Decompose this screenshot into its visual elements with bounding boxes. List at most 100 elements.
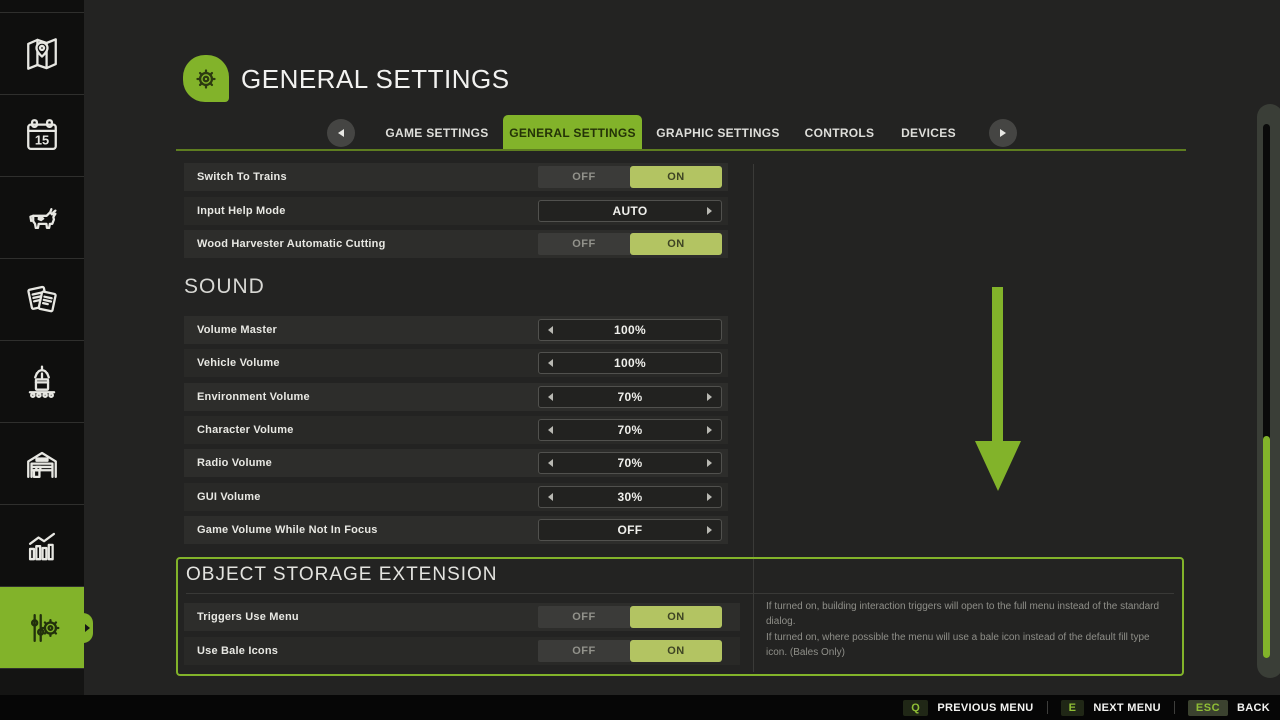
step-right-icon[interactable] xyxy=(707,426,712,434)
back-label: BACK xyxy=(1237,702,1270,714)
setting-label: Switch To Trains xyxy=(197,171,287,183)
setting-row-environment-volume: Environment Volume 70% xyxy=(184,383,728,411)
tab-game-settings[interactable]: GAME SETTINGS xyxy=(383,119,491,147)
select-value: AUTO xyxy=(613,204,648,218)
setting-row-gui-volume: GUI Volume 30% xyxy=(184,483,728,511)
step-left-icon[interactable] xyxy=(548,426,553,434)
off-button[interactable]: OFF xyxy=(538,640,630,662)
scrollbar-thumb[interactable] xyxy=(1263,436,1270,658)
ose-title-divider xyxy=(186,593,1174,594)
section-title-sound: SOUND xyxy=(184,275,265,299)
toggle-switch-to-trains: OFF ON xyxy=(538,166,722,188)
tabs-prev-button[interactable] xyxy=(327,119,355,147)
gear-icon xyxy=(189,62,223,96)
step-right-icon[interactable] xyxy=(707,526,712,534)
stepper-value: 100% xyxy=(614,323,646,337)
help-text-bale-icons: If turned on, where possible the menu wi… xyxy=(766,631,1168,660)
step-right-icon[interactable] xyxy=(707,493,712,501)
chevron-left-icon xyxy=(338,129,344,137)
setting-row-character-volume: Character Volume 70% xyxy=(184,416,728,444)
setting-label: Use Bale Icons xyxy=(197,645,278,657)
tab-controls[interactable]: CONTROLS xyxy=(801,119,878,147)
next-menu-action[interactable]: E NEXT MENU xyxy=(1061,700,1161,716)
next-menu-label: NEXT MENU xyxy=(1093,702,1160,714)
tab-graphic-settings[interactable]: GRAPHIC SETTINGS xyxy=(656,119,780,147)
setting-label: Input Help Mode xyxy=(197,205,286,217)
previous-menu-action[interactable]: Q PREVIOUS MENU xyxy=(903,700,1033,716)
statistics-icon xyxy=(20,524,64,568)
off-button[interactable]: OFF xyxy=(538,166,630,188)
scrollbar xyxy=(1257,104,1280,678)
step-right-icon[interactable] xyxy=(707,459,712,467)
stepper-gui-volume[interactable]: 30% xyxy=(538,486,722,508)
sidebar-item-production[interactable] xyxy=(0,341,84,423)
calendar-day-label: 15 xyxy=(35,132,49,147)
setting-row-wood-harvester: Wood Harvester Automatic Cutting OFF ON xyxy=(184,230,728,258)
step-left-icon[interactable] xyxy=(548,459,553,467)
sidebar: 15 xyxy=(0,0,84,695)
setting-label: GUI Volume xyxy=(197,491,261,503)
previous-menu-label: PREVIOUS MENU xyxy=(937,702,1033,714)
tab-general-settings[interactable]: GENERAL SETTINGS xyxy=(503,115,642,150)
sidebar-item-map[interactable] xyxy=(0,13,84,95)
setting-row-game-volume-focus: Game Volume While Not In Focus OFF xyxy=(184,516,728,544)
setting-row-vehicle-volume: Vehicle Volume 100% xyxy=(184,349,728,377)
chevron-right-icon xyxy=(1000,129,1006,137)
stepper-value: 70% xyxy=(618,456,643,470)
stepper-character-volume[interactable]: 70% xyxy=(538,419,722,441)
settings-sliders-gear-icon xyxy=(20,606,64,650)
off-button[interactable]: OFF xyxy=(538,233,630,255)
step-left-icon[interactable] xyxy=(548,493,553,501)
stepper-game-volume-focus[interactable]: OFF xyxy=(538,519,722,541)
step-right-icon[interactable] xyxy=(707,207,712,215)
stepper-value: 70% xyxy=(618,390,643,404)
warehouse-icon xyxy=(20,442,64,486)
sidebar-item-mod-settings[interactable] xyxy=(0,587,84,669)
page-title: GENERAL SETTINGS xyxy=(241,64,510,95)
select-input-help-mode[interactable]: AUTO xyxy=(538,200,722,222)
stepper-vehicle-volume[interactable]: 100% xyxy=(538,352,722,374)
stepper-volume-master[interactable]: 100% xyxy=(538,319,722,341)
stepper-value: OFF xyxy=(618,523,643,537)
setting-row-switch-to-trains: Switch To Trains OFF ON xyxy=(184,163,728,191)
setting-label: Wood Harvester Automatic Cutting xyxy=(197,238,386,250)
setting-label: Vehicle Volume xyxy=(197,357,280,369)
key-badge-q: Q xyxy=(903,700,928,716)
stepper-environment-volume[interactable]: 70% xyxy=(538,386,722,408)
on-button[interactable]: ON xyxy=(630,606,722,628)
step-left-icon[interactable] xyxy=(548,326,553,334)
setting-row-radio-volume: Radio Volume 70% xyxy=(184,449,728,477)
stepper-value: 30% xyxy=(618,490,643,504)
step-left-icon[interactable] xyxy=(548,393,553,401)
off-button[interactable]: OFF xyxy=(538,606,630,628)
sidebar-item-calendar[interactable]: 15 xyxy=(0,95,84,177)
sidebar-item-storage[interactable] xyxy=(0,423,84,505)
step-right-icon[interactable] xyxy=(707,393,712,401)
tab-devices[interactable]: DEVICES xyxy=(897,119,960,147)
tabs-next-button[interactable] xyxy=(989,119,1017,147)
stepper-radio-volume[interactable]: 70% xyxy=(538,452,722,474)
setting-label: Character Volume xyxy=(197,424,294,436)
back-action[interactable]: ESC BACK xyxy=(1188,700,1270,716)
sidebar-item-statistics[interactable] xyxy=(0,505,84,587)
stepper-value: 70% xyxy=(618,423,643,437)
setting-row-use-bale-icons: Use Bale Icons OFF ON xyxy=(184,637,740,665)
scroll-down-arrow-icon xyxy=(975,441,1021,491)
sidebar-item-contracts[interactable] xyxy=(0,259,84,341)
on-button[interactable]: ON xyxy=(630,166,722,188)
key-badge-e: E xyxy=(1061,700,1085,716)
map-icon xyxy=(20,32,64,76)
on-button[interactable]: ON xyxy=(630,640,722,662)
footer-divider xyxy=(1047,701,1048,714)
step-left-icon[interactable] xyxy=(548,359,553,367)
toggle-triggers-use-menu: OFF ON xyxy=(538,606,722,628)
stepper-value: 100% xyxy=(614,356,646,370)
calendar-icon: 15 xyxy=(20,114,64,158)
setting-row-volume-master: Volume Master 100% xyxy=(184,316,728,344)
tab-underline xyxy=(176,149,1186,151)
on-button[interactable]: ON xyxy=(630,233,722,255)
footer-divider xyxy=(1174,701,1175,714)
setting-label: Game Volume While Not In Focus xyxy=(197,524,378,536)
active-tile-arrow-icon xyxy=(85,624,90,632)
sidebar-item-animals[interactable] xyxy=(0,177,84,259)
